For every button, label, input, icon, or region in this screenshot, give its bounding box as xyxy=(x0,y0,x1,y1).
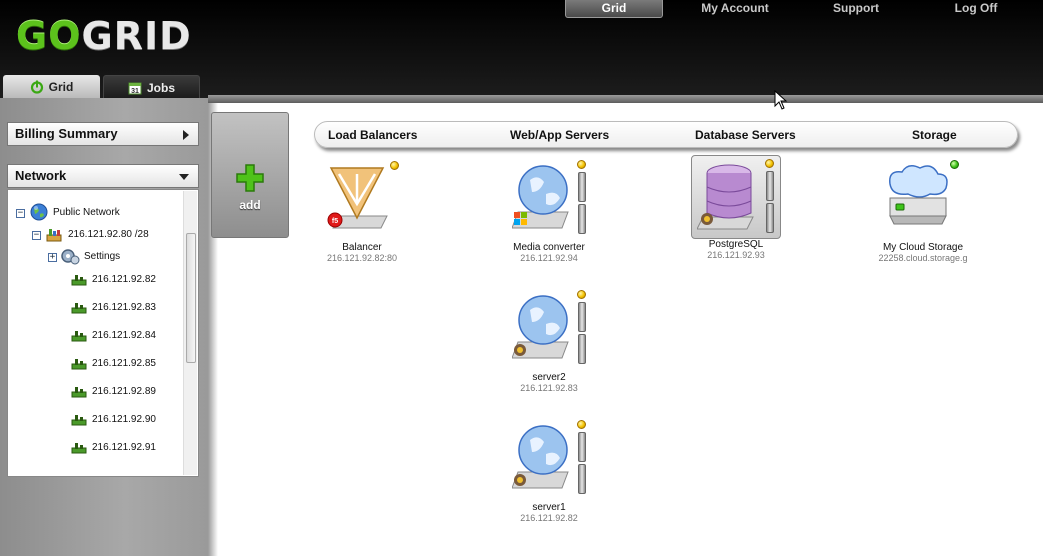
server-ip: 22258.cloud.storage.g xyxy=(878,253,968,263)
header: GOGRID Grid My Account Support Log Off G… xyxy=(0,0,1043,99)
public-network-label: Public Network xyxy=(53,207,120,218)
server-name: PostgreSQL xyxy=(708,239,764,250)
status-indicator xyxy=(577,420,586,429)
svg-text:31: 31 xyxy=(131,88,139,95)
topnav-grid[interactable]: Grid xyxy=(565,0,663,18)
resource-meter xyxy=(766,171,774,201)
ip-label: 216.121.92.83 xyxy=(92,302,156,313)
resource-meter xyxy=(578,204,586,234)
network-header[interactable]: Network xyxy=(7,164,199,188)
server-name: Media converter xyxy=(513,242,585,253)
server-name: Balancer xyxy=(342,242,382,253)
network-tree: − Public Network − 216.121.92.80 /28 + S… xyxy=(7,189,199,477)
database-icon xyxy=(697,164,754,230)
collapse-icon[interactable]: − xyxy=(32,231,41,240)
add-button-label: add xyxy=(239,198,261,212)
tab-jobs-label: Jobs xyxy=(146,81,175,95)
topnav-support[interactable]: Support xyxy=(817,0,895,18)
topnav-log-off[interactable]: Log Off xyxy=(937,0,1015,18)
resource-meter xyxy=(766,203,774,233)
tab-jobs[interactable]: 31 Jobs xyxy=(103,75,200,99)
web-server-icon xyxy=(512,425,569,489)
category-load-balancers[interactable]: Load Balancers xyxy=(328,122,417,149)
expand-icon[interactable]: + xyxy=(48,253,57,262)
status-indicator xyxy=(577,290,586,299)
server-name: My Cloud Storage xyxy=(882,242,964,253)
topnav-my-account[interactable]: My Account xyxy=(685,0,785,18)
resource-meter xyxy=(578,302,586,332)
status-indicator xyxy=(577,160,586,169)
tab-grid-label: Grid xyxy=(48,80,74,94)
settings-label: Settings xyxy=(84,251,121,262)
server-ip: 216.121.92.82:80 xyxy=(326,253,398,263)
billing-summary-label: Billing Summary xyxy=(15,126,118,141)
collapse-icon[interactable]: − xyxy=(16,209,25,218)
server-tile-my-cloud-storage[interactable]: My Cloud Storage 22258.cloud.storage.g xyxy=(868,158,978,268)
chevron-down-icon xyxy=(179,174,189,180)
tab-grid[interactable]: Grid xyxy=(3,75,100,99)
server-ip: 216.121.92.94 xyxy=(520,253,578,263)
resource-meter xyxy=(578,432,586,462)
power-icon xyxy=(30,80,43,94)
status-indicator xyxy=(950,160,959,169)
svg-text:f5: f5 xyxy=(332,218,338,225)
plus-icon xyxy=(236,164,264,192)
gogrid-logo[interactable]: GOGRID xyxy=(16,16,192,56)
server-category-bar: Load Balancers Web/App Servers Database … xyxy=(314,121,1018,148)
ip-address-icon xyxy=(71,331,87,342)
logo-text-part2: GRID xyxy=(81,14,192,58)
server-tile-postgresql[interactable]: PostgreSQL 216.121.92.93 xyxy=(675,155,785,265)
ip-address-icon xyxy=(71,443,87,454)
ip-address-icon xyxy=(71,359,87,370)
logo-text-part1: GO xyxy=(16,14,82,58)
ip-label: 216.121.92.90 xyxy=(92,414,156,425)
globe-icon xyxy=(30,203,48,221)
server-tile-media-converter[interactable]: Media converter 216.121.92.94 xyxy=(494,158,604,268)
web-server-icon xyxy=(512,295,569,359)
status-indicator xyxy=(765,159,774,168)
content-top-bar xyxy=(208,95,1043,103)
tree-scrollbar[interactable] xyxy=(183,191,197,475)
ip-address-icon xyxy=(71,387,87,398)
ip-label: 216.121.92.89 xyxy=(92,386,156,397)
ip-label: 216.121.92.82 xyxy=(92,274,156,285)
gear-icon xyxy=(61,249,80,265)
ip-address-icon xyxy=(71,275,87,286)
subnet-icon xyxy=(46,229,62,242)
resource-meter xyxy=(578,172,586,202)
billing-summary-header[interactable]: Billing Summary xyxy=(7,122,199,146)
server-ip: 216.121.92.82 xyxy=(520,513,578,523)
cloud-storage-icon xyxy=(889,165,948,225)
server-ip: 216.121.92.93 xyxy=(707,250,765,260)
resource-meter xyxy=(578,464,586,494)
mouse-cursor-icon xyxy=(774,90,788,110)
load-balancer-icon: f5 xyxy=(327,167,388,229)
status-indicator xyxy=(390,161,399,170)
server-tile-server2[interactable]: server2 216.121.92.83 xyxy=(494,288,604,398)
ip-label: 216.121.92.85 xyxy=(92,358,156,369)
calendar-icon: 31 xyxy=(128,82,142,95)
category-database-servers[interactable]: Database Servers xyxy=(695,122,796,149)
server-name: server2 xyxy=(532,372,566,383)
ip-address-icon xyxy=(71,303,87,314)
chevron-right-icon xyxy=(183,130,189,140)
server-name: server1 xyxy=(532,502,566,513)
subnet-label: 216.121.92.80 /28 xyxy=(68,229,149,240)
server-tile-server1[interactable]: server1 216.121.92.82 xyxy=(494,418,604,528)
category-web-app-servers[interactable]: Web/App Servers xyxy=(510,122,609,149)
add-button[interactable]: add xyxy=(211,112,289,238)
top-navigation: Grid My Account Support Log Off xyxy=(565,0,1043,18)
network-label: Network xyxy=(15,168,67,183)
scrollbar-thumb[interactable] xyxy=(186,233,196,363)
ip-address-icon xyxy=(71,415,87,426)
server-ip: 216.121.92.83 xyxy=(520,383,578,393)
web-server-icon xyxy=(512,165,569,229)
category-storage[interactable]: Storage xyxy=(912,122,957,149)
resource-meter xyxy=(578,334,586,364)
server-tile-balancer[interactable]: f5 Balancer 216.121.92.82:80 xyxy=(307,158,417,268)
ip-label: 216.121.92.84 xyxy=(92,330,156,341)
ip-label: 216.121.92.91 xyxy=(92,442,156,453)
